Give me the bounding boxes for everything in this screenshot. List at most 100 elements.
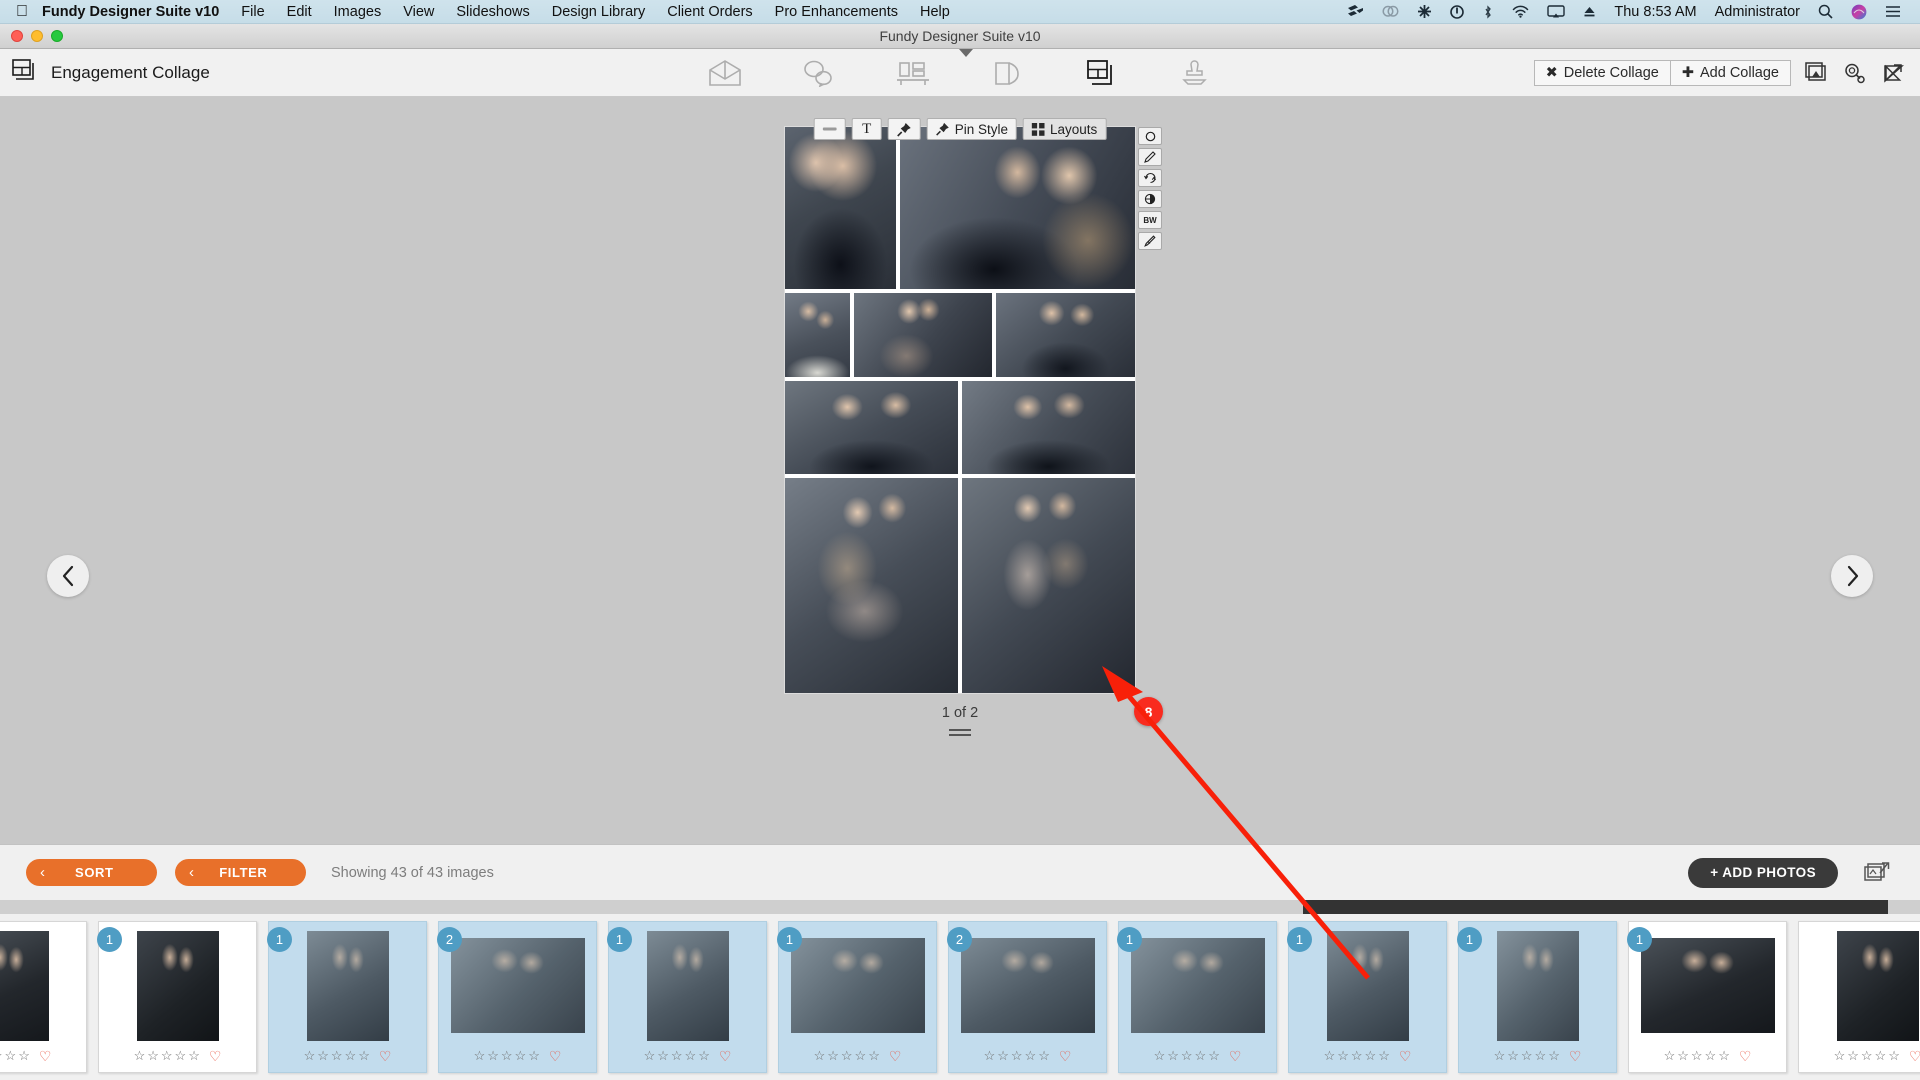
duplicate-image-icon[interactable] [1800,58,1830,88]
text-tool-button[interactable]: T [851,118,882,140]
rating-star[interactable]: ☆ [1548,1049,1560,1062]
collage-cell[interactable] [853,293,992,377]
filmstrip-thumbnail[interactable]: 2 ☆ ☆ ☆ ☆ ☆ ♡ [437,921,597,1073]
rating-star[interactable]: ☆ [1025,1049,1037,1062]
filmstrip-scrollbar[interactable] [0,900,1920,914]
rating-star[interactable]: ☆ [528,1049,540,1062]
rating-star[interactable]: ☆ [685,1049,697,1062]
pin-style-button[interactable]: Pin Style [926,118,1017,140]
filter-button[interactable]: ‹ FILTER [175,859,306,886]
filmstrip-thumbnail[interactable]: 1 ☆ ☆ ☆ ☆ ☆ ♡ [1117,921,1277,1073]
rating-star[interactable]: ☆ [0,1049,3,1062]
menu-item-file[interactable]: File [230,4,275,20]
next-page-button[interactable] [1831,555,1873,597]
filmstrip-thumbnail[interactable]: 1 ☆ ☆ ☆ ☆ ☆ ♡ [267,921,427,1073]
rating-star[interactable]: ☆ [1664,1049,1676,1062]
rating-star[interactable]: ☆ [1154,1049,1166,1062]
delete-collage-button[interactable]: ✖ Delete Collage [1533,59,1671,86]
rating-star[interactable]: ☆ [984,1049,996,1062]
add-collage-button[interactable]: ✚ Add Collage [1670,59,1791,86]
filmstrip-thumbnail[interactable]: 2 ☆ ☆ ☆ ☆ ☆ ♡ [947,921,1107,1073]
rating-star[interactable]: ☆ [814,1049,826,1062]
layouts-button[interactable]: Layouts [1022,118,1107,140]
rating-star[interactable]: ☆ [1011,1049,1023,1062]
rating-stars[interactable]: ☆☆☆☆☆ [1834,1049,1900,1062]
rating-star[interactable]: ☆ [18,1049,30,1062]
rating-stars[interactable]: ☆☆☆☆☆ [474,1049,540,1062]
bw-tool-button[interactable]: BW [1138,211,1162,229]
rating-star[interactable]: ☆ [1337,1049,1349,1062]
rotate-tool-button[interactable] [1138,169,1162,187]
rating-star[interactable]: ☆ [827,1049,839,1062]
filmstrip-scroll-thumb[interactable] [1303,900,1888,914]
rating-star[interactable]: ☆ [1195,1049,1207,1062]
filmstrip-thumbnail[interactable]: 1 ☆ ☆ ☆ ☆ ☆ ♡ [607,921,767,1073]
favorite-heart-icon[interactable]: ♡ [1229,1049,1242,1063]
rating-star[interactable]: ☆ [1181,1049,1193,1062]
filmstrip[interactable]: ☆☆☆☆☆♡1☆☆☆☆☆♡1☆☆☆☆☆♡2☆☆☆☆☆♡1☆☆☆☆☆♡1☆☆☆☆☆… [0,914,1920,1080]
favorite-heart-icon[interactable]: ♡ [1399,1049,1412,1063]
export-image-icon[interactable] [1860,858,1894,888]
rating-star[interactable]: ☆ [657,1049,669,1062]
rating-star[interactable]: ☆ [5,1049,17,1062]
favorite-heart-icon[interactable]: ♡ [549,1049,562,1063]
menu-item-slideshows[interactable]: Slideshows [445,4,540,20]
filmstrip-thumbnail[interactable]: ☆☆☆☆☆♡ [0,921,87,1073]
pin-tool-button[interactable] [887,118,921,140]
rating-star[interactable]: ☆ [1718,1049,1730,1062]
menu-item-images[interactable]: Images [323,4,393,20]
menu-item-help[interactable]: Help [909,4,961,20]
favorite-heart-icon[interactable]: ♡ [719,1049,732,1063]
rating-star[interactable]: ☆ [1507,1049,1519,1062]
rating-star[interactable]: ☆ [188,1049,200,1062]
eject-icon[interactable] [1574,5,1605,18]
rating-star[interactable]: ☆ [1494,1049,1506,1062]
menu-item-design-library[interactable]: Design Library [541,4,657,20]
rating-star[interactable]: ☆ [1351,1049,1363,1062]
favorite-heart-icon[interactable]: ♡ [209,1049,222,1063]
rating-star[interactable]: ☆ [1365,1049,1377,1062]
favorite-heart-icon[interactable]: ♡ [379,1049,392,1063]
collage-layout[interactable] [784,126,1136,694]
rating-star[interactable]: ☆ [331,1049,343,1062]
rating-star[interactable]: ☆ [997,1049,1009,1062]
rating-stars[interactable]: ☆☆☆☆☆ [304,1049,370,1062]
menu-app-name[interactable]: Fundy Designer Suite v10 [42,4,230,20]
rating-star[interactable]: ☆ [1378,1049,1390,1062]
collage-cell[interactable] [785,127,897,289]
menubar-user[interactable]: Administrator [1706,4,1809,20]
menu-item-pro-enhancements[interactable]: Pro Enhancements [764,4,909,20]
bluetooth-icon[interactable] [1473,4,1503,19]
rating-star[interactable]: ☆ [644,1049,656,1062]
menu-item-client-orders[interactable]: Client Orders [656,4,763,20]
filmstrip-thumbnail[interactable]: 1 ☆ ☆ ☆ ☆ ☆ ♡ [1627,921,1787,1073]
card-icon[interactable] [988,55,1026,91]
album-icon[interactable] [706,55,744,91]
ellipse-tool-button[interactable] [1138,127,1162,145]
stamp-icon[interactable] [1176,55,1214,91]
collage-cell[interactable] [995,293,1135,377]
rating-star[interactable]: ☆ [474,1049,486,1062]
filmstrip-thumbnail[interactable]: ☆☆☆☆☆♡ [1798,921,1920,1073]
contrast-tool-button[interactable] [1138,190,1162,208]
rating-star[interactable]: ☆ [304,1049,316,1062]
dropbox-icon[interactable] [1338,5,1373,18]
favorite-heart-icon[interactable]: ♡ [1059,1049,1072,1063]
speech-bubbles-icon[interactable] [800,55,838,91]
rating-star[interactable]: ☆ [501,1049,513,1062]
prev-page-button[interactable] [47,555,89,597]
rating-stars[interactable]: ☆☆☆☆☆ [984,1049,1050,1062]
rating-star[interactable]: ☆ [1691,1049,1703,1062]
design-canvas[interactable]: T Pin Style Layouts BW 1 of 2 8 [0,97,1920,844]
wifi-icon[interactable] [1503,5,1538,18]
rating-stars[interactable]: ☆☆☆☆☆ [134,1049,200,1062]
rating-star[interactable]: ☆ [855,1049,867,1062]
rating-stars[interactable]: ☆☆☆☆☆ [1664,1049,1730,1062]
wall-display-icon[interactable] [894,55,932,91]
rating-star[interactable]: ☆ [175,1049,187,1062]
add-photos-button[interactable]: + ADD PHOTOS [1688,857,1838,888]
filmstrip-thumbnail[interactable]: 1 ☆ ☆ ☆ ☆ ☆ ♡ [97,921,257,1073]
rating-star[interactable]: ☆ [1535,1049,1547,1062]
collage-canvas[interactable]: 1 of 2 [784,126,1136,736]
menu-item-view[interactable]: View [392,4,445,20]
